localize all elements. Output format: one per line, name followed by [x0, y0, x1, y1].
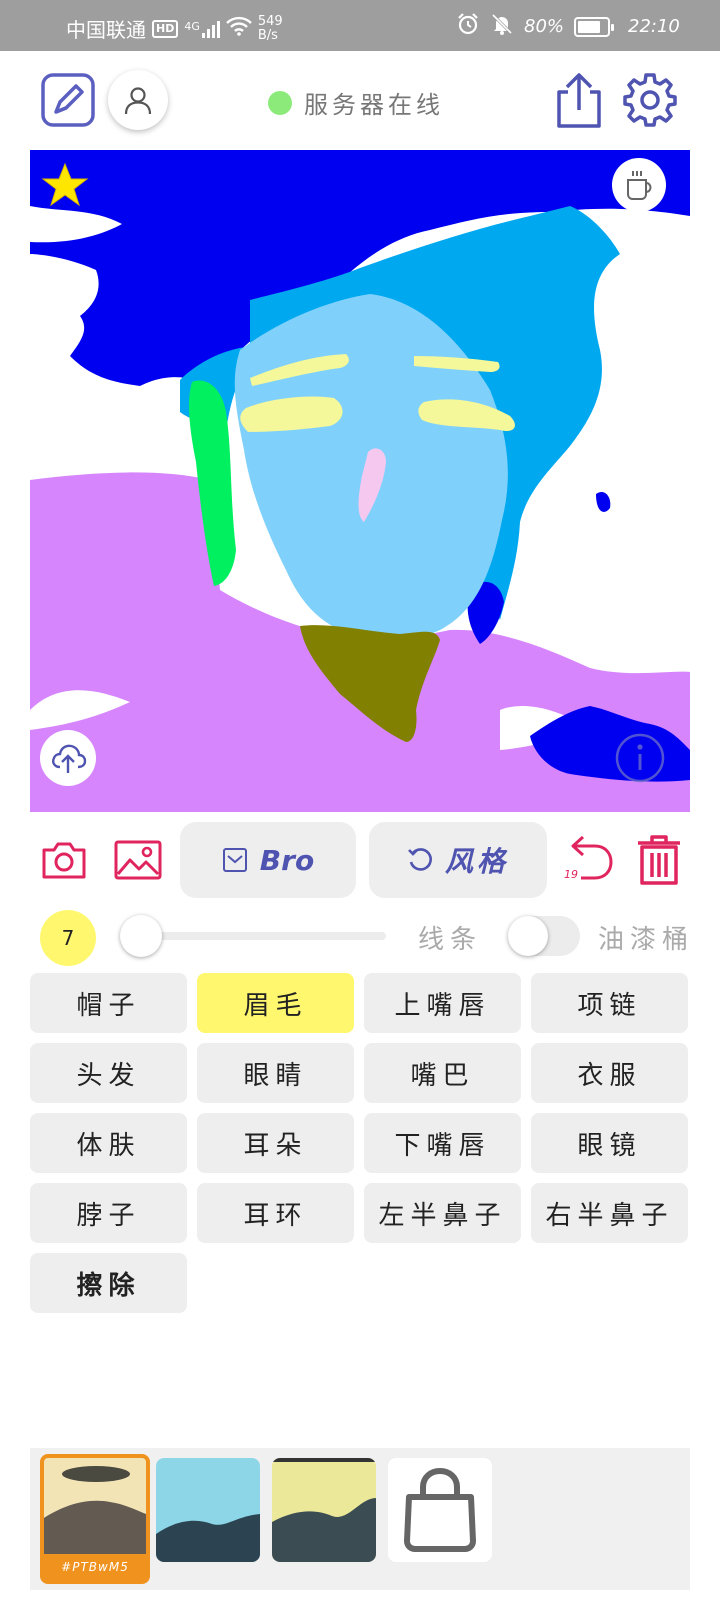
part-grid: 帽子 眉毛 上嘴唇 项链头发 眼睛 嘴巴 衣服体肤 耳朵 下嘴唇 眼镜脖子 耳环 左半鼻子 右半鼻子擦除	[30, 973, 690, 1313]
style-preview	[272, 1458, 376, 1562]
status-right: 80% 22:10	[456, 12, 680, 41]
info-button[interactable]	[612, 730, 668, 786]
style-preview	[156, 1458, 260, 1562]
mute-icon	[490, 12, 514, 41]
part-button[interactable]: 下嘴唇	[364, 1113, 521, 1173]
profile-button[interactable]	[108, 70, 168, 130]
gallery-button[interactable]	[114, 838, 162, 882]
part-button[interactable]: 上嘴唇	[364, 973, 521, 1033]
style-tray: #PTBwM5	[30, 1448, 690, 1590]
bucket-toggle[interactable]	[508, 916, 580, 956]
part-button[interactable]: 眼睛	[197, 1043, 354, 1103]
part-button[interactable]: 项链	[531, 973, 688, 1033]
brush-size-badge: 7	[40, 910, 96, 966]
net-speed: 549 B/s	[257, 13, 283, 43]
brush-size-value: 7	[61, 926, 75, 950]
style-button[interactable]: 风格	[369, 822, 547, 898]
part-button[interactable]: 头发	[30, 1043, 187, 1103]
server-status-dot	[268, 90, 292, 115]
checkbox-icon	[222, 848, 247, 872]
gear-icon	[623, 73, 677, 127]
style-thumb[interactable]	[156, 1458, 260, 1562]
style-thumb[interactable]: #PTBwM5	[40, 1454, 150, 1584]
undo-count: 19	[564, 868, 578, 881]
style-tag: #PTBwM5	[44, 1554, 146, 1580]
line-mode-label: 线条	[418, 925, 483, 955]
refresh-icon	[408, 848, 432, 871]
part-button[interactable]: 嘴巴	[364, 1043, 521, 1103]
share-icon	[557, 73, 601, 128]
coffee-button[interactable]	[612, 158, 666, 212]
part-button[interactable]: 眉毛	[197, 973, 354, 1033]
wifi-icon	[226, 16, 252, 41]
status-bar: 中国联通 HD 4G 549 B/s 80% 22:10	[0, 0, 720, 51]
drawing-canvas[interactable]	[30, 150, 690, 812]
info-icon	[615, 733, 665, 783]
favorite-button[interactable]	[40, 160, 90, 210]
share-button[interactable]	[554, 72, 604, 130]
part-button[interactable]: 耳环	[197, 1183, 354, 1243]
edit-icon	[41, 73, 95, 127]
part-button[interactable]: 擦除	[30, 1253, 187, 1313]
battery-fill	[578, 20, 601, 33]
battery-icon	[574, 16, 615, 37]
signal-icon: 4G	[184, 20, 220, 38]
part-button[interactable]: 右半鼻子	[531, 1183, 688, 1243]
star-icon	[41, 162, 89, 207]
battery-percent: 80%	[524, 16, 565, 37]
part-button[interactable]: 左半鼻子	[364, 1183, 521, 1243]
image-icon	[114, 840, 162, 880]
part-button[interactable]: 衣服	[531, 1043, 688, 1103]
part-button[interactable]: 脖子	[30, 1183, 187, 1243]
bro-label: Bro	[259, 843, 315, 877]
part-button[interactable]: 耳朵	[197, 1113, 354, 1173]
part-button[interactable]: 帽子	[30, 973, 187, 1033]
net-speed-unit: B/s	[257, 27, 278, 43]
style-preview	[44, 1458, 146, 1556]
segmentation-drawing	[30, 150, 690, 812]
net-speed-value: 549	[257, 13, 283, 29]
brush-size-slider[interactable]	[140, 932, 386, 940]
clock: 22:10	[628, 16, 680, 37]
style-thumb[interactable]	[272, 1458, 376, 1562]
slider-handle[interactable]	[120, 915, 162, 957]
user-icon	[124, 87, 152, 115]
style-label: 风格	[444, 845, 509, 878]
upload-button[interactable]	[40, 730, 96, 786]
edit-button[interactable]	[40, 72, 96, 128]
cloud-upload-icon	[52, 744, 87, 773]
server-status: 服务器在线	[268, 85, 444, 120]
part-button[interactable]: 眼镜	[531, 1113, 688, 1173]
alarm-icon	[456, 12, 480, 41]
delete-button[interactable]	[634, 832, 684, 888]
network-type: 4G	[184, 19, 200, 33]
camera-icon	[42, 842, 86, 879]
bro-button[interactable]: Bro	[180, 822, 356, 898]
camera-button[interactable]	[40, 838, 88, 882]
status-left: 中国联通 HD 4G 549 B/s	[66, 14, 283, 43]
bucket-mode-label: 油漆桶	[598, 925, 695, 955]
carrier-label: 中国联通	[66, 18, 146, 42]
coffee-cup-icon	[627, 171, 652, 200]
settings-button[interactable]	[622, 72, 678, 128]
toggle-knob	[508, 916, 548, 956]
trash-icon	[638, 835, 680, 885]
shop-button[interactable]	[388, 1458, 492, 1562]
server-status-label: 服务器在线	[304, 91, 444, 119]
part-button[interactable]: 体肤	[30, 1113, 187, 1173]
hd-badge: HD	[152, 19, 179, 38]
shopping-bag-icon	[404, 1467, 476, 1552]
